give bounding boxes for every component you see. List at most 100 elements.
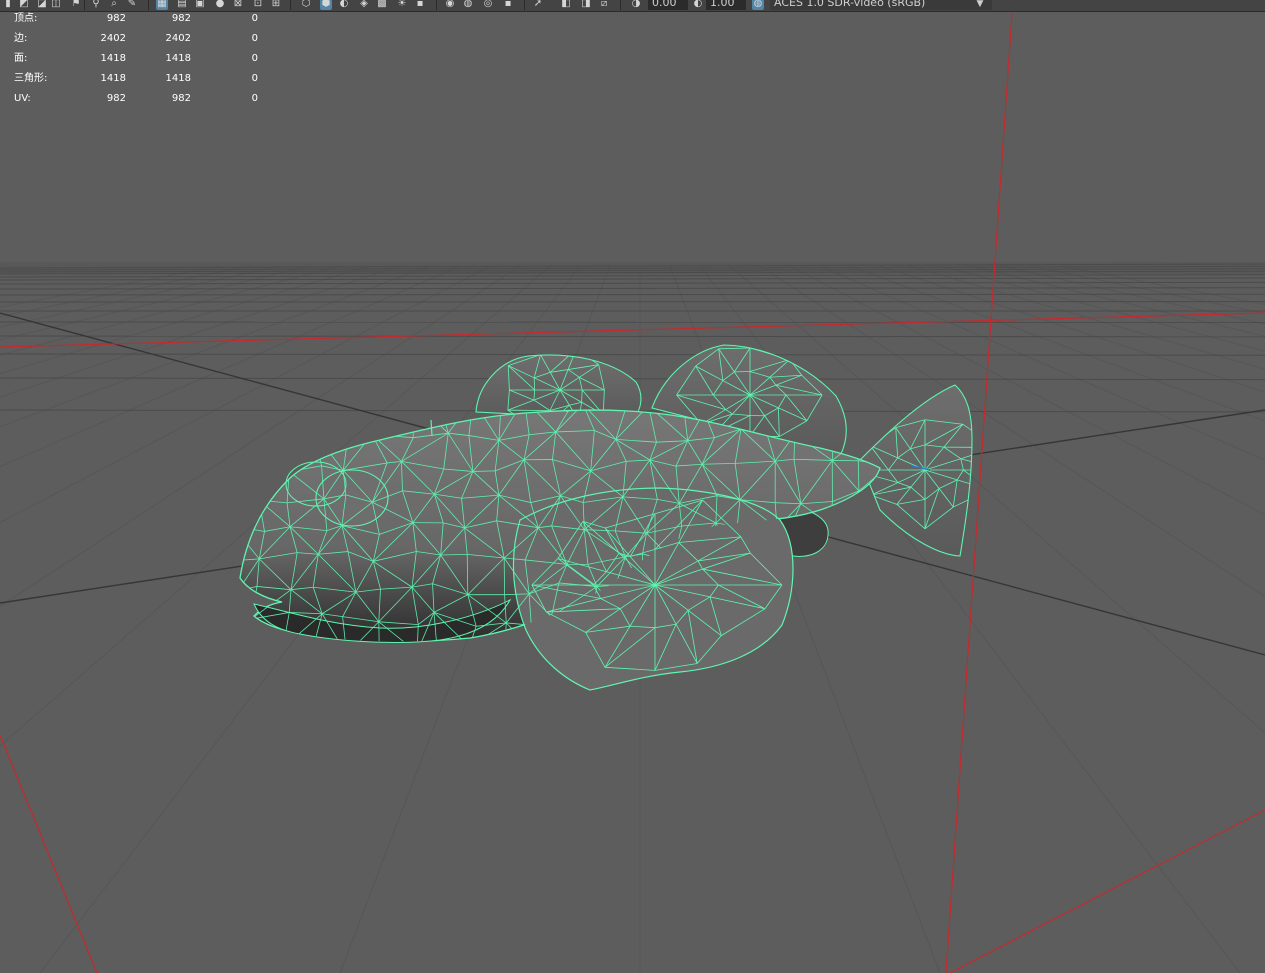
mesh-edge (807, 559, 826, 590)
mesh-edge (860, 590, 880, 626)
mesh-edge (252, 473, 260, 501)
mesh-edge (835, 558, 857, 562)
grid-line (1029, 265, 1265, 314)
mesh-edge (883, 617, 889, 650)
mesh-edge (852, 410, 857, 443)
mesh-edge (240, 499, 260, 527)
xray-icon[interactable]: ⧄ (598, 0, 610, 10)
shadows-icon[interactable]: ☀ (396, 0, 408, 10)
view-transform-label: ACES 1.0 SDR-video (sRGB) (774, 0, 926, 9)
mesh-edge (240, 613, 252, 620)
hud-value: 2402 (100, 33, 126, 44)
mesh-edge (989, 470, 1002, 490)
mesh-edge (791, 615, 830, 621)
mesh-edge (807, 559, 836, 562)
safe-action-icon[interactable]: ▣ (194, 0, 206, 10)
hud-value: 0 (251, 33, 258, 44)
hud-value: 982 (106, 13, 126, 24)
multisample-aa-icon[interactable]: ◍ (462, 0, 474, 10)
motion-blur-icon[interactable]: ◉ (444, 0, 456, 10)
camera-attributes-icon[interactable]: ◩ (18, 0, 30, 10)
mesh-edge (799, 585, 826, 590)
hud-label: 面: (14, 53, 28, 64)
grid-line (879, 265, 1265, 393)
mesh-edge (413, 399, 440, 401)
isolate-select-icon[interactable]: ⊞ (270, 0, 282, 10)
grid-line (0, 265, 281, 328)
image-plane-icon[interactable]: ◫ (50, 0, 62, 10)
grid-line (0, 265, 221, 308)
film-gate-icon[interactable]: ⊠ (232, 0, 244, 10)
bookmark-icon[interactable]: ⚑ (70, 0, 82, 10)
hud-value: 1418 (165, 53, 191, 64)
camera-icon[interactable]: ▮ (2, 0, 14, 10)
field-chart-icon[interactable]: ▤ (176, 0, 188, 10)
mesh-edge (883, 521, 887, 561)
exposure-icon[interactable]: ◑ (630, 0, 642, 10)
mesh-edge (540, 355, 577, 356)
mesh-edge (855, 527, 859, 560)
mesh-edge (440, 400, 473, 401)
depth-of-field-icon[interactable]: ◎ (482, 0, 494, 10)
viewport-panel[interactable]: ▮ ◩ ◪ ◫ ⚑ ⚲ ⌕ ✎ ▦ ▤ ▣ ● ⊠ ⊡ ⊞ ⬡ ⬢ ◐ ◈ ▩ … (0, 0, 1265, 973)
gate-mask-icon[interactable]: ⊡ (252, 0, 264, 10)
mesh-edge (860, 625, 880, 642)
exposure-field[interactable]: 0.00 (648, 0, 688, 10)
mesh-edge (505, 647, 532, 649)
mesh-edge (851, 625, 861, 642)
gamma-icon[interactable]: ◐ (692, 0, 704, 10)
mesh-edge (834, 647, 851, 649)
mesh-edge (829, 619, 861, 626)
mesh-edge (313, 429, 350, 433)
grid-icon[interactable]: ▦ (156, 0, 168, 10)
gate-mask-icon[interactable]: ✎ (126, 0, 138, 10)
smooth-shade-icon[interactable]: ⬢ (320, 0, 332, 10)
camera-attributes-icon[interactable]: ◪ (36, 0, 48, 10)
mesh-edge (352, 404, 377, 409)
hud-label: 边: (14, 33, 28, 44)
mesh-edge (294, 431, 314, 439)
wireframe-icon[interactable]: ⬡ (300, 0, 312, 10)
hud-value: 1418 (100, 53, 126, 64)
mesh-edge (221, 500, 233, 526)
use-all-lights-icon[interactable]: ▩ (376, 0, 388, 10)
grid-line (969, 265, 1265, 337)
view-transform-dropdown[interactable]: ACES 1.0 SDR-video (sRGB) (770, 0, 992, 10)
mesh-edge (768, 647, 791, 649)
mesh-edge (855, 559, 862, 585)
mesh-edge (472, 470, 496, 472)
isolate-select-icon[interactable]: ◨ (580, 0, 592, 10)
mesh-edge (855, 410, 880, 443)
mesh-edge (240, 433, 263, 466)
mesh-edge (829, 523, 859, 529)
xray-icon[interactable]: ▪ (502, 0, 514, 10)
grid-line (909, 265, 1265, 370)
mesh-edge (852, 650, 889, 651)
backface-culling-icon[interactable]: ◧ (560, 0, 572, 10)
chevron-down-icon[interactable]: ▼ (974, 0, 986, 10)
mesh-edge (791, 647, 834, 649)
hud-value: 0 (251, 13, 258, 24)
scene-3d-view[interactable] (0, 0, 1265, 973)
xray-joints-icon[interactable]: ➚ (532, 0, 544, 10)
grid-line (819, 265, 1265, 461)
color-management-icon[interactable]: ◍ (752, 0, 764, 10)
gamma-field[interactable]: 1.00 (706, 0, 746, 10)
mesh-edge (855, 558, 880, 562)
grid-line (759, 265, 1265, 598)
safe-title-icon[interactable]: ● (214, 0, 226, 10)
screen-space-ao-icon[interactable]: ▪ (414, 0, 426, 10)
mesh-edge (855, 433, 880, 443)
film-gate-icon[interactable]: ⚲ (90, 0, 102, 10)
mesh-edge (221, 465, 231, 500)
hud-value: 0 (251, 53, 258, 64)
pectoral-fin (512, 487, 794, 691)
textured-icon[interactable]: ◈ (358, 0, 370, 10)
mesh-edge (240, 465, 260, 501)
fish-mesh[interactable] (221, 344, 1002, 691)
grid-line (939, 265, 1265, 352)
viewport-toolbar: ▮ ◩ ◪ ◫ ⚑ ⚲ ⌕ ✎ ▦ ▤ ▣ ● ⊠ ⊡ ⊞ ⬡ ⬢ ◐ ◈ ▩ … (0, 0, 1265, 12)
resolution-gate-icon[interactable]: ⌕ (108, 0, 120, 10)
mesh-edge (417, 652, 437, 653)
wireframe-on-shaded-icon[interactable]: ◐ (338, 0, 350, 10)
